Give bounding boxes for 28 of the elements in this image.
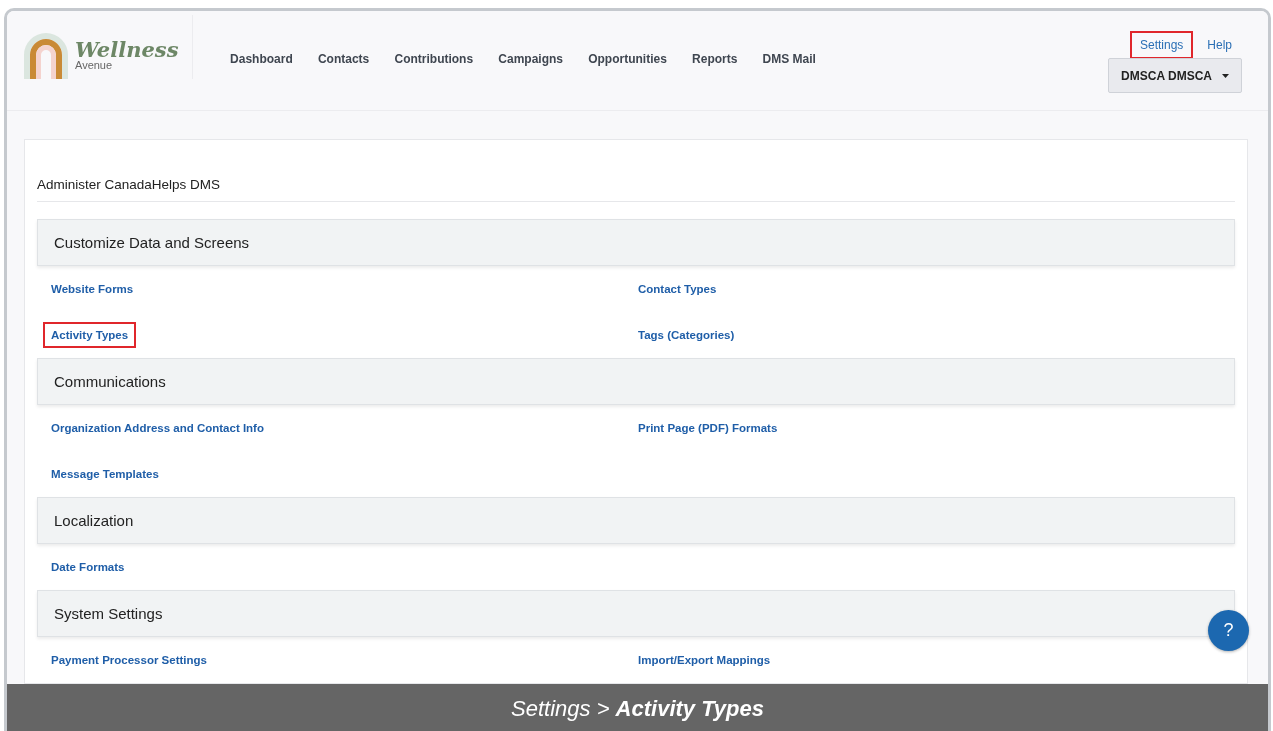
admin-link[interactable]: Tags (Categories) — [630, 322, 743, 348]
top-link[interactable]: Help — [1197, 31, 1242, 59]
page-title: Administer CanadaHelps DMS — [37, 140, 1235, 202]
admin-link[interactable]: Print Page (PDF) Formats — [630, 415, 786, 441]
admin-link[interactable]: Date Formats — [43, 554, 133, 580]
admin-link[interactable]: Website Forms — [43, 276, 142, 302]
logo-name: Wellness — [75, 39, 179, 60]
section-header: Localization — [37, 497, 1235, 544]
caret-icon — [1222, 73, 1229, 78]
admin-link[interactable]: Payment Processor Settings — [43, 647, 215, 673]
user-menu-button[interactable]: DMSCA DMSCA — [1108, 58, 1242, 93]
logo-tagline: Avenue — [75, 60, 114, 71]
section-header: Customize Data and Screens — [37, 219, 1235, 266]
nav-link[interactable]: Dashboard — [217, 52, 306, 66]
rainbow-logo-icon — [21, 33, 71, 79]
caption-text: Settings > Activity Types — [511, 696, 764, 722]
admin-link[interactable]: Activity Types — [43, 322, 137, 348]
nav-link[interactable]: DMS Mail — [750, 52, 829, 66]
admin-link[interactable]: Message Templates — [43, 461, 167, 487]
nav-link[interactable]: Opportunities — [575, 52, 680, 66]
nav-link[interactable]: Reports — [679, 52, 750, 66]
nav-link[interactable]: Contacts — [305, 52, 382, 66]
section-header: Communications — [37, 358, 1235, 405]
nav-link[interactable]: Campaigns — [485, 52, 576, 66]
admin-link[interactable]: Contact Types — [630, 276, 725, 302]
admin-link[interactable]: Import/Export Mappings — [630, 647, 779, 673]
admin-link[interactable]: Organization Address and Contact Info — [43, 415, 272, 441]
nav-link[interactable]: Contributions — [381, 52, 486, 66]
